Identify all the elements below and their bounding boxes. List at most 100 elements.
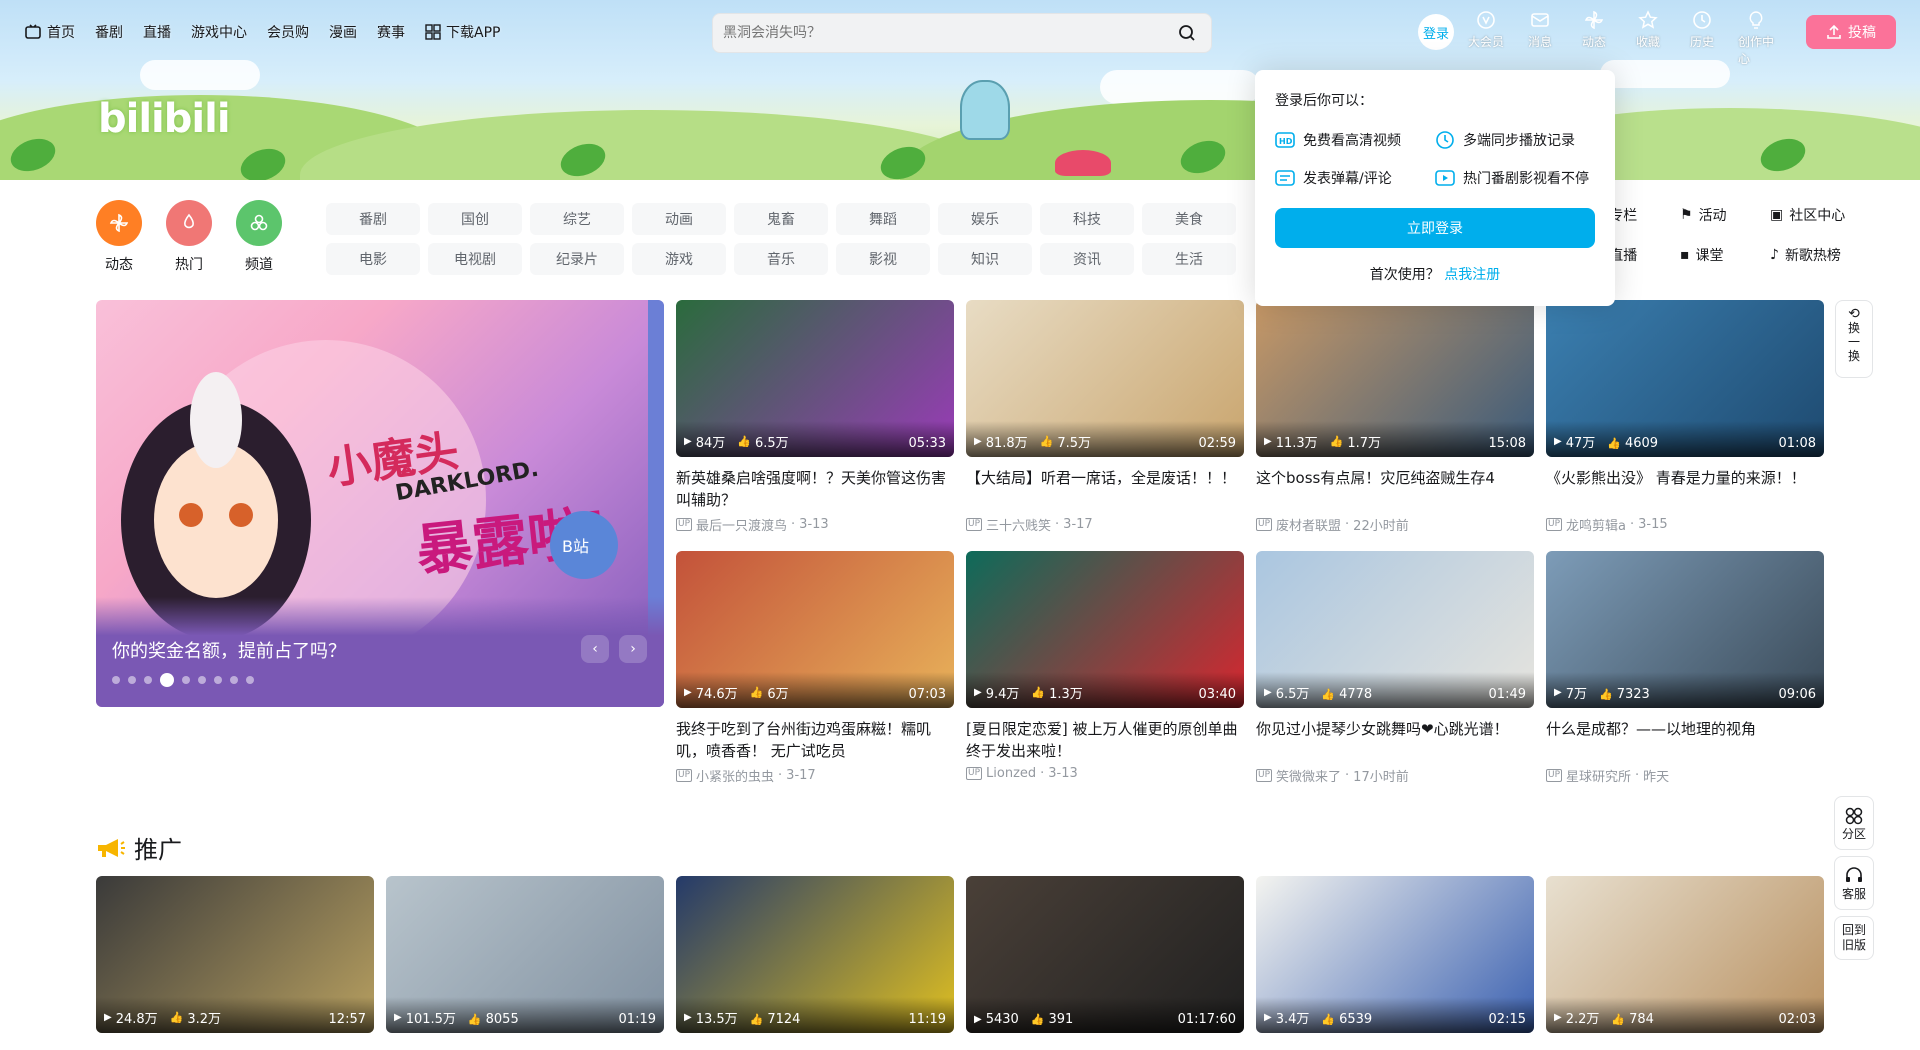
video-thumbnail[interactable]: ▶ 47万 👍 4609 01:08: [1546, 300, 1824, 457]
carousel-next-button[interactable]: ›: [619, 635, 647, 663]
carousel-prev-button[interactable]: ‹: [581, 635, 609, 663]
carousel-title[interactable]: 你的奖金名额，提前占了吗？: [112, 637, 346, 663]
video-thumbnail[interactable]: ▶ 3.4万 👍 6539 02:15: [1256, 876, 1534, 1033]
register-link[interactable]: 点我注册: [1444, 267, 1500, 283]
video-uploader[interactable]: UP 龙鸣剪辑a · 3-15: [1546, 515, 1824, 534]
entry-vip[interactable]: 大会员: [1468, 10, 1504, 67]
video-card[interactable]: ▶ 2.2万 👍 784 02:03: [1546, 876, 1824, 1033]
link-community[interactable]: ▣ 社区中心: [1770, 205, 1880, 225]
video-thumbnail[interactable]: ▶ 5430 👍 391 01:17:60: [966, 876, 1244, 1033]
tag-item[interactable]: 鬼畜: [734, 203, 828, 235]
link-new-songs[interactable]: ♪ 新歌热榜: [1770, 245, 1880, 265]
video-uploader[interactable]: UP 三十六贱笑 · 3-17: [966, 515, 1244, 534]
video-thumbnail[interactable]: ▶ 6.5万 👍 4778 01:49: [1256, 551, 1534, 708]
tag-item[interactable]: 国创: [428, 203, 522, 235]
channel-channels[interactable]: 频道: [236, 200, 282, 274]
video-title[interactable]: 什么是成都？——以地理的视角: [1546, 718, 1824, 762]
nav-manga[interactable]: 漫画: [329, 22, 357, 42]
video-uploader[interactable]: UP 废材者联盟 · 22小时前: [1256, 515, 1534, 534]
carousel-dot[interactable]: [128, 676, 136, 684]
carousel-dot[interactable]: [230, 676, 238, 684]
carousel-dot[interactable]: [144, 676, 152, 684]
tag-item[interactable]: 游戏: [632, 243, 726, 275]
video-card[interactable]: ▶ 74.6万 👍 6万 07:03 我终于吃到了台州街边鸡蛋麻糍！糯叽叽，喷香香！ 无广…: [676, 551, 954, 785]
tag-item[interactable]: 番剧: [326, 203, 420, 235]
video-thumbnail[interactable]: ▶ 101.5万 👍 8055 01:19: [386, 876, 664, 1033]
video-title[interactable]: 【大结局】听君一席话，全是废话！！！: [966, 467, 1244, 511]
partition-button[interactable]: 分区: [1834, 796, 1874, 850]
channel-hot[interactable]: 热门: [166, 200, 212, 274]
tag-item[interactable]: 影视: [836, 243, 930, 275]
entry-favorites[interactable]: 收藏: [1630, 10, 1666, 67]
video-card[interactable]: ▶ 3.4万 👍 6539 02:15: [1256, 876, 1534, 1033]
tag-item[interactable]: 音乐: [734, 243, 828, 275]
tag-item[interactable]: 科技: [1040, 203, 1134, 235]
video-thumbnail[interactable]: ▶ 7万 👍 7323 09:06: [1546, 551, 1824, 708]
tag-item[interactable]: 生活: [1142, 243, 1236, 275]
video-card[interactable]: ▶ 84万 👍 6.5万 05:33 新英雄桑启啥强度啊！？天美你管这伤害叫辅助？ UP 最后…: [676, 300, 954, 534]
tag-item[interactable]: 知识: [938, 243, 1032, 275]
tag-item[interactable]: 电影: [326, 243, 420, 275]
customer-service-button[interactable]: 客服: [1834, 856, 1874, 910]
video-uploader[interactable]: UP 小紧张的虫虫 · 3-17: [676, 766, 954, 785]
video-card[interactable]: ▶ 6.5万 👍 4778 01:49 你见过小提琴少女跳舞吗❤心跳光谱！ UP 笑微微来了 ·…: [1256, 551, 1534, 785]
tag-item[interactable]: 纪录片: [530, 243, 624, 275]
video-title[interactable]: 《火影熊出没》 青春是力量的来源！！: [1546, 467, 1824, 511]
video-card[interactable]: ▶ 13.5万 👍 7124 11:19: [676, 876, 954, 1033]
carousel-dot-active[interactable]: [160, 673, 174, 687]
video-card[interactable]: ▶ 101.5万 👍 8055 01:19: [386, 876, 664, 1033]
old-version-button[interactable]: 回到 旧版: [1834, 916, 1874, 960]
entry-dynamic[interactable]: 动态: [1576, 10, 1612, 67]
link-classroom[interactable]: ▪ 课堂: [1680, 245, 1770, 265]
link-activity[interactable]: ⚑ 活动: [1680, 205, 1770, 225]
carousel-dot[interactable]: [246, 676, 254, 684]
tag-item[interactable]: 美食: [1142, 203, 1236, 235]
refresh-button[interactable]: ⟲ 换 一 换: [1835, 300, 1873, 378]
login-now-button[interactable]: 立即登录: [1275, 208, 1595, 248]
video-card[interactable]: ▶ 81.8万 👍 7.5万 02:59 【大结局】听君一席话，全是废话！！！ UP 三十六贱…: [966, 300, 1244, 534]
video-thumbnail[interactable]: ▶ 13.5万 👍 7124 11:19: [676, 876, 954, 1033]
video-card[interactable]: ▶ 11.3万 👍 1.7万 15:08 这个boss有点屌！灾厄纯盗贼生存4 UP 废材者联…: [1256, 300, 1534, 534]
video-card[interactable]: ▶ 47万 👍 4609 01:08 《火影熊出没》 青春是力量的来源！！ UP 龙鸣剪辑a ·…: [1546, 300, 1824, 534]
video-thumbnail[interactable]: ▶ 2.2万 👍 784 02:03: [1546, 876, 1824, 1033]
video-title[interactable]: 新英雄桑启啥强度啊！？天美你管这伤害叫辅助？: [676, 467, 954, 511]
nav-shop[interactable]: 会员购: [267, 22, 309, 42]
tag-item[interactable]: 资讯: [1040, 243, 1134, 275]
tag-item[interactable]: 动画: [632, 203, 726, 235]
video-uploader[interactable]: UP 最后一只渡渡鸟 · 3-13: [676, 515, 954, 534]
entry-creator-center[interactable]: 创作中心: [1738, 10, 1774, 67]
video-uploader[interactable]: UP 星球研究所 · 昨天: [1546, 766, 1824, 785]
carousel-dot[interactable]: [214, 676, 222, 684]
entry-messages[interactable]: 消息: [1522, 10, 1558, 67]
carousel-dot[interactable]: [182, 676, 190, 684]
nav-esports[interactable]: 赛事: [377, 22, 405, 42]
video-title[interactable]: [夏日限定恋爱] 被上万人催更的原创单曲终于发出来啦！: [966, 718, 1244, 762]
tag-item[interactable]: 综艺: [530, 203, 624, 235]
tag-item[interactable]: 舞蹈: [836, 203, 930, 235]
carousel-dot[interactable]: [198, 676, 206, 684]
carousel-dot[interactable]: [112, 676, 120, 684]
video-uploader[interactable]: UP Lionzed · 3-13: [966, 766, 1244, 781]
video-card[interactable]: ▶ 5430 👍 391 01:17:60: [966, 876, 1244, 1033]
video-card[interactable]: ▶ 24.8万 👍 3.2万 12:57: [96, 876, 374, 1033]
tag-item[interactable]: 娱乐: [938, 203, 1032, 235]
video-title[interactable]: 这个boss有点屌！灾厄纯盗贼生存4: [1256, 467, 1534, 511]
video-uploader[interactable]: UP 笑微微来了 · 17小时前: [1256, 766, 1534, 785]
video-thumbnail[interactable]: ▶ 11.3万 👍 1.7万 15:08: [1256, 300, 1534, 457]
video-thumbnail[interactable]: ▶ 24.8万 👍 3.2万 12:57: [96, 876, 374, 1033]
video-thumbnail[interactable]: ▶ 74.6万 👍 6万 07:03: [676, 551, 954, 708]
hero-carousel[interactable]: 小魔头 DARKLORD. 暴露啦! B站 你的奖金名额，提前占了吗？ ‹ ›: [96, 300, 664, 707]
video-thumbnail[interactable]: ▶ 9.4万 👍 1.3万 03:40: [966, 551, 1244, 708]
channel-dynamic[interactable]: 动态: [96, 200, 142, 274]
video-thumbnail[interactable]: ▶ 84万 👍 6.5万 05:33: [676, 300, 954, 457]
nav-game-center[interactable]: 游戏中心: [191, 22, 247, 42]
entry-history[interactable]: 历史: [1684, 10, 1720, 67]
tag-item[interactable]: 电视剧: [428, 243, 522, 275]
bilibili-logo[interactable]: bilibili: [98, 96, 231, 142]
video-title[interactable]: 我终于吃到了台州街边鸡蛋麻糍！糯叽叽，喷香香！ 无广试吃员: [676, 718, 954, 762]
nav-download-app[interactable]: 下载APP: [425, 22, 500, 42]
login-avatar-button[interactable]: 登录: [1418, 14, 1454, 50]
video-thumbnail[interactable]: ▶ 81.8万 👍 7.5万 02:59: [966, 300, 1244, 457]
video-title[interactable]: 你见过小提琴少女跳舞吗❤心跳光谱！: [1256, 718, 1534, 762]
search-button[interactable]: [1173, 19, 1201, 47]
